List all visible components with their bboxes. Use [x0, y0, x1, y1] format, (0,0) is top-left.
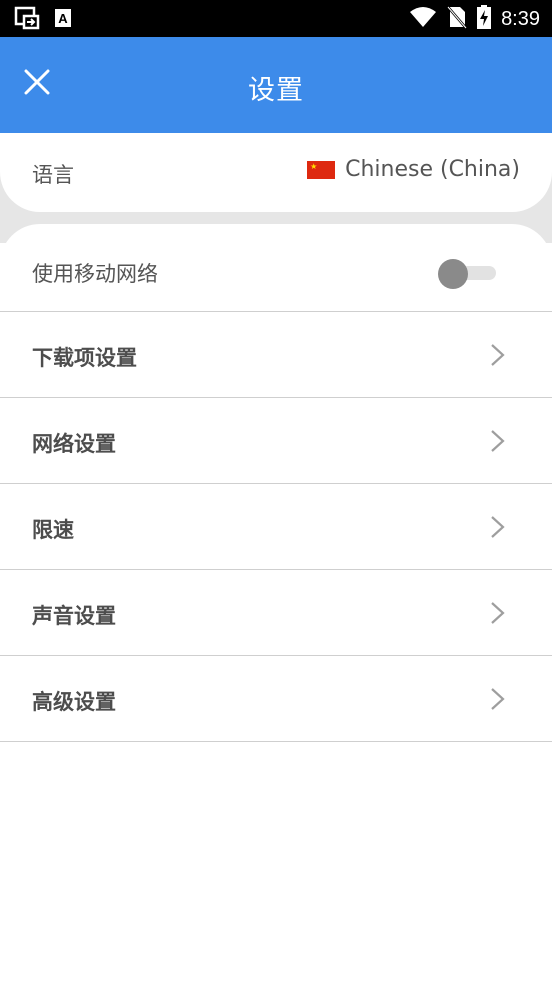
battery-charging-icon	[477, 5, 492, 33]
language-value: Chinese (China)	[345, 157, 520, 182]
cast-icon	[14, 6, 40, 34]
mobile-data-row: 使用移动网络	[0, 224, 552, 312]
chevron-right-icon	[488, 686, 508, 712]
mobile-data-toggle[interactable]	[438, 257, 498, 289]
mobile-data-label: 使用移动网络	[32, 262, 158, 286]
list-item-download-settings[interactable]: 下载项设置	[0, 312, 552, 398]
status-right: 8:39	[409, 5, 540, 33]
status-left: A	[14, 6, 72, 34]
chevron-right-icon	[488, 514, 508, 540]
toggle-thumb	[438, 259, 468, 289]
list-item-label: 声音设置	[32, 604, 116, 628]
china-flag-icon: ★	[307, 160, 336, 179]
list-item-label: 限速	[32, 518, 74, 542]
wifi-icon	[409, 6, 437, 32]
settings-list: 使用移动网络 下载项设置 网络设置 限速 声音设置 高级设置	[0, 224, 552, 981]
chevron-right-icon	[488, 342, 508, 368]
chevron-right-icon	[488, 600, 508, 626]
svg-text:A: A	[58, 11, 68, 26]
chevron-right-icon	[488, 428, 508, 454]
list-item-label: 下载项设置	[32, 346, 137, 370]
status-bar: A 8:39	[0, 0, 552, 37]
list-item-speed-limit[interactable]: 限速	[0, 484, 552, 570]
page-title: 设置	[248, 75, 304, 106]
language-row[interactable]: 语言 ★ Chinese (China)	[0, 133, 552, 212]
list-item-network-settings[interactable]: 网络设置	[0, 398, 552, 484]
list-item-label: 网络设置	[32, 432, 116, 456]
no-sim-icon	[447, 5, 468, 33]
language-selector[interactable]: ★ Chinese (China)	[307, 157, 520, 182]
a-notification-icon: A	[54, 8, 72, 32]
app-bar: 设置	[0, 37, 552, 133]
list-item-label: 高级设置	[32, 690, 116, 714]
language-label: 语言	[32, 163, 74, 187]
list-item-sound-settings[interactable]: 声音设置	[0, 570, 552, 656]
status-time: 8:39	[501, 7, 540, 30]
list-item-advanced-settings[interactable]: 高级设置	[0, 656, 552, 742]
